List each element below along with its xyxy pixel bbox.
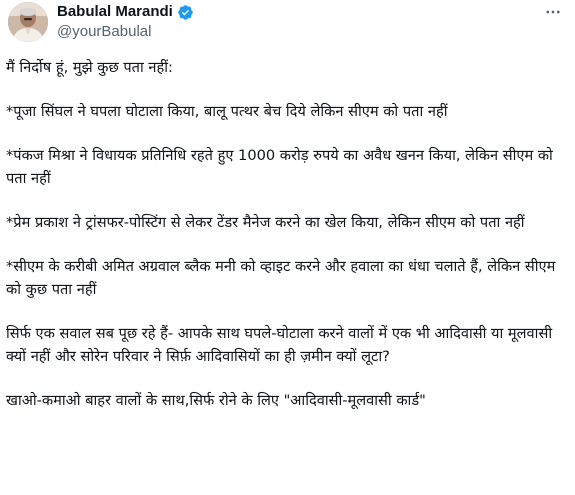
more-options-icon: [546, 10, 560, 14]
profile-photo: [8, 2, 48, 42]
tweet-card: Babulal Marandi @yourBabulal मैं निर्दोष…: [0, 0, 575, 495]
avatar[interactable]: [8, 2, 48, 42]
tweet-paragraph: सिर्फ एक सवाल सब पूछ रहे हैं- आपके साथ घ…: [6, 325, 553, 365]
tweet-paragraph: *पूजा सिंघल ने घपला घोटाला किया, बालू पत…: [6, 103, 448, 120]
author-name-row: Babulal Marandi: [57, 3, 194, 21]
more-options-button[interactable]: [541, 2, 565, 22]
author-handle[interactable]: @yourBabulal: [57, 23, 151, 41]
tweet-paragraph: *पंकज मिश्रा ने विधायक प्रतिनिधि रहते हु…: [6, 147, 553, 187]
tweet-paragraph: *प्रेम प्रकाश ने ट्रांसफर-पोस्टिंग से ले…: [6, 214, 525, 231]
tweet-paragraph: *सीएम के करीबी अमित अग्रवाल ब्लैक मनी को…: [6, 258, 556, 298]
verified-badge-icon: [177, 4, 194, 21]
author-display-name[interactable]: Babulal Marandi: [57, 3, 173, 21]
tweet-paragraph: मैं निर्दोष हूं, मुझे कुछ पता नहीं:: [6, 59, 173, 76]
tweet-paragraph: खाओ-कमाओ बाहर वालों के साथ,सिर्फ रोने के…: [6, 392, 426, 409]
tweet-text: मैं निर्दोष हूं, मुझे कुछ पता नहीं: *पूज…: [6, 56, 566, 433]
